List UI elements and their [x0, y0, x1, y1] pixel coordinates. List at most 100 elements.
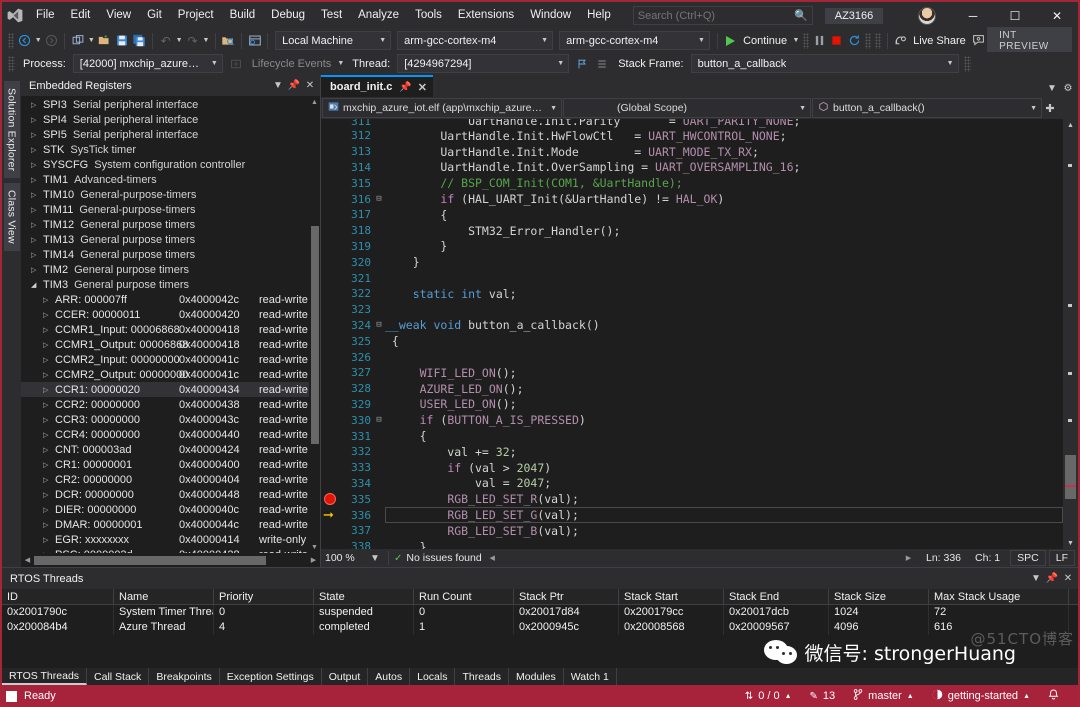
scroll-left-icon[interactable]: ◀ — [21, 556, 34, 564]
expand-arrow-icon[interactable]: ▷ — [43, 461, 55, 469]
menu-debug[interactable]: Debug — [263, 2, 313, 29]
register-row[interactable]: ▷ CR1: 00000001 0x40000400 read-write — [21, 457, 309, 472]
code-line[interactable]: 331 { — [339, 428, 1063, 444]
expand-arrow-icon[interactable]: ▷ — [43, 506, 55, 514]
grid-column-header[interactable]: Stack Start — [619, 588, 724, 605]
close-button[interactable]: ✕ — [1036, 2, 1078, 29]
code-line[interactable]: 329 USER_LED_ON(); — [339, 397, 1063, 413]
tab-list-menu-icon[interactable]: ▼ — [1044, 80, 1060, 97]
expand-arrow-icon[interactable]: ▷ — [43, 446, 55, 454]
code-line[interactable]: 322 static int val; — [339, 286, 1063, 302]
collapse-region-icon[interactable]: ⊟ — [373, 194, 385, 204]
toolbar-grip-4[interactable] — [874, 32, 881, 49]
undo-caret-icon[interactable]: ▼ — [174, 37, 184, 44]
debug-tab-exception-settings[interactable]: Exception Settings — [220, 668, 322, 685]
new-project-icon[interactable] — [69, 31, 86, 51]
editor-horizontal-scrollbar[interactable]: ◀ ▶ — [486, 551, 915, 565]
git-branch-indicator[interactable]: master ▲ — [844, 685, 923, 707]
scroll-up-icon[interactable]: ▲ — [309, 96, 320, 108]
stop-debugging-icon[interactable] — [828, 31, 845, 51]
code-text-area[interactable]: 311 UartHandle.Init.Parity = UART_PARITY… — [339, 119, 1063, 549]
code-line[interactable]: 335 RGB_LED_SET_R(val); — [339, 491, 1063, 507]
expand-arrow-open-icon[interactable]: ◢ — [31, 281, 43, 289]
pin-icon[interactable]: 📌 — [286, 77, 302, 94]
debug-tab-breakpoints[interactable]: Breakpoints — [149, 668, 220, 685]
git-sync-indicator[interactable]: ⇅ 0 / 0 ▲ — [736, 685, 801, 707]
code-line[interactable]: 326 — [339, 349, 1063, 365]
grid-column-header[interactable]: ID — [2, 588, 114, 605]
toolbar-grip[interactable] — [8, 32, 15, 49]
expand-arrow-icon[interactable]: ▷ — [43, 341, 55, 349]
register-row[interactable]: ▷ DIER: 00000000 0x4000040c read-write — [21, 502, 309, 517]
new-project-caret-icon[interactable]: ▼ — [87, 37, 97, 44]
expand-arrow-icon[interactable]: ▷ — [43, 371, 55, 379]
expand-arrow-icon[interactable]: ▷ — [43, 356, 55, 364]
register-row[interactable]: ▷ DMAR: 00000001 0x4000044c read-write — [21, 517, 309, 532]
pending-edits-indicator[interactable]: ✎ 13 — [801, 685, 845, 707]
live-share-icon[interactable] — [892, 31, 909, 51]
menu-file[interactable]: File — [28, 2, 63, 29]
menu-tools[interactable]: Tools — [407, 2, 450, 29]
code-line[interactable]: 328 AZURE_LED_ON(); — [339, 381, 1063, 397]
scroll-left-icon[interactable]: ◀ — [486, 554, 499, 562]
menu-edit[interactable]: Edit — [63, 2, 99, 29]
nav-scope-combo[interactable]: (Global Scope) ▼ — [563, 98, 811, 118]
expand-arrow-icon[interactable]: ▷ — [43, 386, 55, 394]
menu-window[interactable]: Window — [522, 2, 579, 29]
collapse-region-icon[interactable]: ⊟ — [373, 415, 385, 425]
close-icon[interactable]: ✕ — [302, 77, 318, 94]
expand-arrow-icon[interactable]: ▷ — [31, 191, 43, 199]
pin-tab-icon[interactable]: 📌 — [399, 82, 411, 93]
code-line[interactable]: 321 — [339, 270, 1063, 286]
register-row[interactable]: ▷ CCR1: 00000020 0x40000434 read-write — [21, 382, 309, 397]
continue-caret-icon[interactable]: ▼ — [791, 37, 801, 44]
code-line[interactable]: 333 if (val > 2047) — [339, 460, 1063, 476]
close-icon[interactable]: ✕ — [1060, 570, 1076, 587]
user-avatar[interactable] — [918, 6, 936, 25]
menu-project[interactable]: Project — [170, 2, 222, 29]
open-file-icon[interactable] — [96, 31, 113, 51]
expand-arrow-icon[interactable]: ▷ — [43, 551, 55, 554]
breakpoint-icon[interactable] — [324, 493, 336, 506]
pane-menu-icon[interactable]: ▼ — [1028, 570, 1044, 587]
search-box[interactable]: 🔍 — [632, 6, 813, 25]
code-line[interactable]: 317 { — [339, 207, 1063, 223]
menu-view[interactable]: View — [98, 2, 139, 29]
grid-column-header[interactable]: Priority — [214, 588, 314, 605]
notifications-button[interactable] — [1039, 685, 1068, 707]
continue-play-icon[interactable] — [722, 31, 739, 51]
nav-member-combo[interactable]: button_a_callback() ▼ — [812, 98, 1042, 118]
editor-scroll-down-icon[interactable]: ▼ — [1065, 537, 1076, 549]
redo-caret-icon[interactable]: ▼ — [201, 37, 211, 44]
register-row[interactable]: ▷ CR2: 00000000 0x40000404 read-write — [21, 472, 309, 487]
code-line[interactable]: 327 WIFI_LED_ON(); — [339, 365, 1063, 381]
close-tab-icon[interactable]: ✕ — [418, 81, 427, 94]
thread-combo[interactable]: [4294967294] ▼ — [397, 54, 570, 73]
code-line[interactable]: 312 UartHandle.Init.HwFlowCtl = UART_HWC… — [339, 128, 1063, 144]
register-peripheral-row[interactable]: ▷ TIM2 General purpose timers — [21, 262, 309, 277]
register-row[interactable]: ▷PSC: 0000002d 0x40000428read-write — [21, 547, 309, 554]
code-lines[interactable]: 311 UartHandle.Init.Parity = UART_PARITY… — [339, 119, 1063, 549]
code-line[interactable]: 316 ⊟ if (HAL_UART_Init(&UartHandle) != H… — [339, 191, 1063, 207]
debug-tab-output[interactable]: Output — [322, 668, 369, 685]
expand-arrow-icon[interactable]: ▷ — [43, 476, 55, 484]
split-view-icon[interactable]: ✚ — [1043, 102, 1057, 115]
nav-project-combo[interactable]: mxchip_azure_iot.elf (app\mxchip_azure_i… — [322, 98, 562, 118]
expand-arrow-icon[interactable]: ▷ — [43, 326, 55, 334]
register-row[interactable]: ▷ CCMR1_Input: 00006868 0x40000418 read-wri… — [21, 322, 309, 337]
grid-column-header[interactable]: Name — [114, 588, 214, 605]
code-line[interactable]: 313 UartHandle.Init.Mode = UART_MODE_TX_… — [339, 144, 1063, 160]
menu-help[interactable]: Help — [579, 2, 619, 29]
expand-arrow-icon[interactable]: ▷ — [43, 401, 55, 409]
register-row[interactable]: ▷ CCER: 00000011 0x40000420 read-write — [21, 307, 309, 322]
zoom-caret-icon[interactable]: ▼ — [367, 550, 383, 567]
save-all-icon[interactable] — [131, 31, 148, 51]
navigate-backward-icon[interactable] — [16, 31, 33, 51]
expand-arrow-icon[interactable]: ▷ — [31, 236, 43, 244]
navigate-forward-icon[interactable] — [43, 31, 60, 51]
process-combo[interactable]: [42000] mxchip_azure_iot.elf ▼ — [72, 54, 223, 73]
register-row[interactable]: ▷ CCMR1_Output: 00006868 0x40000418 read-wr… — [21, 337, 309, 352]
debug-tab-autos[interactable]: Autos — [368, 668, 411, 685]
registers-scroll-thumb[interactable] — [310, 226, 319, 444]
register-peripheral-row[interactable]: ▷ TIM13 General purpose timers — [21, 232, 309, 247]
